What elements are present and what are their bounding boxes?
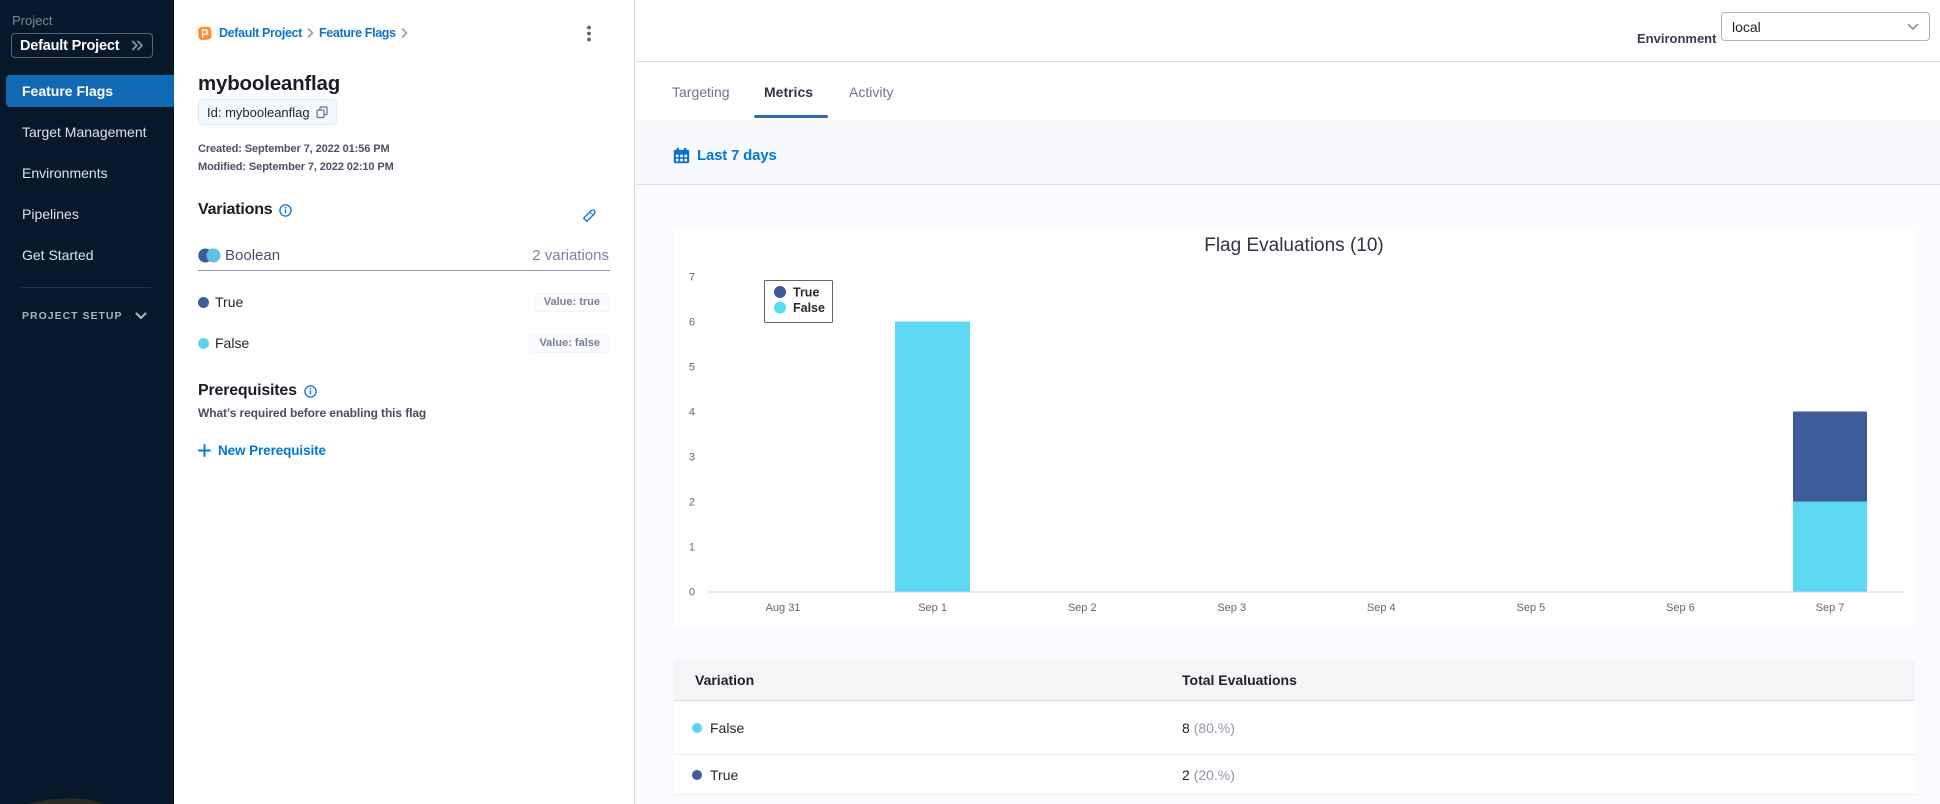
svg-text:Sep 2: Sep 2 (1068, 602, 1097, 614)
svg-text:Aug 31: Aug 31 (766, 602, 801, 614)
svg-text:Flag Evaluations (10): Flag Evaluations (10) (1204, 235, 1384, 256)
svg-text:Sep 3: Sep 3 (1217, 602, 1246, 614)
svg-text:0: 0 (689, 587, 695, 599)
svg-text:Sep 4: Sep 4 (1367, 602, 1396, 614)
svg-text:Sep 1: Sep 1 (918, 602, 947, 614)
svg-text:False: False (793, 301, 825, 315)
svg-text:6: 6 (689, 317, 695, 329)
svg-text:Sep 5: Sep 5 (1517, 602, 1546, 614)
svg-text:2: 2 (689, 497, 695, 509)
svg-text:4: 4 (689, 407, 695, 419)
svg-text:3: 3 (689, 452, 695, 464)
svg-text:Sep 6: Sep 6 (1666, 602, 1695, 614)
svg-text:1: 1 (689, 542, 695, 554)
svg-text:True: True (793, 286, 819, 300)
svg-text:5: 5 (689, 362, 695, 374)
svg-text:7: 7 (689, 272, 695, 284)
svg-text:Sep 7: Sep 7 (1816, 602, 1845, 614)
